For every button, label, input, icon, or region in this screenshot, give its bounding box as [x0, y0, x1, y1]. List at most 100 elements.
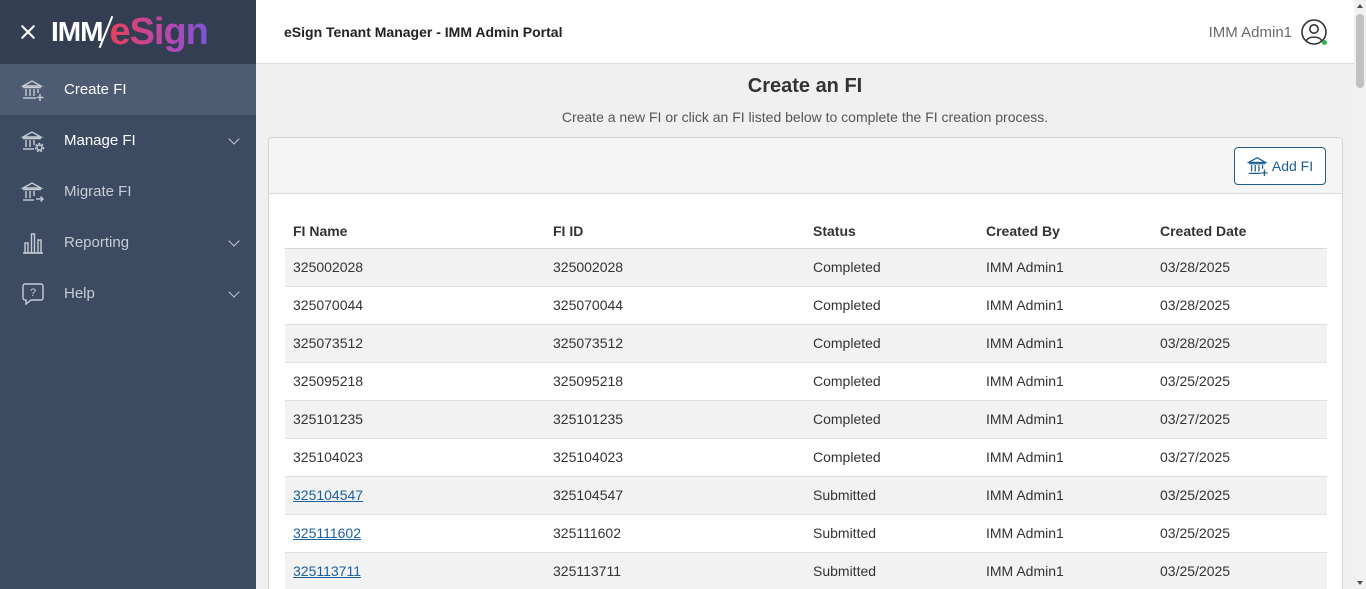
sidebar-item-manage-fi[interactable]: Manage FI	[0, 115, 256, 166]
cell-fi-id: 325104023	[545, 438, 805, 477]
cell-status: Completed	[805, 286, 978, 325]
cell-created-by: IMM Admin1	[978, 286, 1152, 325]
bank-plus-icon	[1246, 157, 1268, 177]
user-menu[interactable]: IMM Admin1	[1209, 18, 1328, 46]
cell-created-by: IMM Admin1	[978, 514, 1152, 553]
cell-status: Submitted	[805, 552, 978, 589]
bank-arrow-icon	[20, 179, 46, 205]
cell-created-date: 03/28/2025	[1152, 286, 1327, 325]
fi-card: Add FI FI Name FI ID Status Created By C…	[268, 137, 1343, 589]
sidebar-item-migrate-fi[interactable]: Migrate FI	[0, 166, 256, 217]
cell-created-date: 03/27/2025	[1152, 438, 1327, 477]
table-body: 325002028 325002028 Completed IMM Admin1 03/…	[285, 248, 1327, 589]
table-row[interactable]: 325104547 325104547 Submitted IMM Admin1 03/…	[285, 476, 1327, 515]
cell-status: Completed	[805, 362, 978, 401]
column-header-fi-name[interactable]: FI Name	[285, 214, 545, 249]
cell-fi-name: 325101235	[285, 400, 545, 439]
logo-imm: IMM	[51, 16, 103, 47]
cell-status: Completed	[805, 324, 978, 363]
cell-created-by: IMM Admin1	[978, 248, 1152, 287]
chevron-down-icon	[228, 133, 240, 145]
column-header-status[interactable]: Status	[805, 214, 978, 249]
column-header-fi-id[interactable]: FI ID	[545, 214, 805, 249]
chevron-down-icon	[228, 235, 240, 247]
scroll-down-arrow-icon[interactable]	[1357, 581, 1363, 585]
add-fi-label: Add FI	[1271, 158, 1314, 174]
cell-fi-name: 325104023	[285, 438, 545, 477]
cell-fi-name: 325104547	[285, 476, 545, 515]
top-bar: eSign Tenant Manager - IMM Admin Portal …	[256, 0, 1354, 64]
cell-fi-id: 325111602	[545, 514, 805, 553]
cell-status: Submitted	[805, 514, 978, 553]
scroll-up-arrow-icon[interactable]	[1357, 4, 1363, 8]
cell-created-by: IMM Admin1	[978, 552, 1152, 589]
cell-created-date: 03/25/2025	[1152, 552, 1327, 589]
add-fi-button[interactable]: Add FI	[1234, 147, 1326, 185]
cell-fi-id: 325101235	[545, 400, 805, 439]
fi-name-link[interactable]: 325111602	[293, 525, 361, 541]
logo: IMM eSign	[51, 0, 209, 64]
cell-status: Submitted	[805, 476, 978, 515]
cell-fi-name: 325070044	[285, 286, 545, 325]
bank-plus-icon	[20, 77, 46, 103]
cell-fi-name: 325111602	[285, 514, 545, 553]
sidebar-item-reporting[interactable]: Reporting	[0, 217, 256, 268]
sidebar-item-label: Help	[64, 285, 95, 302]
cell-created-date: 03/28/2025	[1152, 324, 1327, 363]
cell-fi-id: 325002028	[545, 248, 805, 287]
cell-created-by: IMM Admin1	[978, 438, 1152, 477]
cell-fi-name: 325113711	[285, 552, 545, 589]
cell-created-date: 03/25/2025	[1152, 476, 1327, 515]
online-status-dot	[1322, 40, 1327, 45]
cell-status: Completed	[805, 400, 978, 439]
cell-status: Completed	[805, 248, 978, 287]
sidebar-item-label: Migrate FI	[64, 183, 132, 200]
bar-chart-icon	[20, 230, 46, 256]
cell-fi-id: 325104547	[545, 476, 805, 515]
cell-fi-name: 325095218	[285, 362, 545, 401]
cell-created-by: IMM Admin1	[978, 400, 1152, 439]
sidebar-header: IMM eSign	[0, 0, 256, 64]
fi-name-link[interactable]: 325104547	[293, 487, 363, 503]
card-toolbar: Add FI	[269, 138, 1342, 194]
svg-text:?: ?	[30, 287, 36, 299]
page-subtitle: Create a new FI or click an FI listed be…	[561, 109, 1049, 125]
sidebar-item-help[interactable]: ? Help	[0, 268, 256, 319]
fi-table: FI Name FI ID Status Created By Created …	[285, 214, 1327, 589]
close-icon[interactable]	[18, 22, 38, 42]
cell-created-date: 03/25/2025	[1152, 362, 1327, 401]
table-row[interactable]: 325113711 325113711 Submitted IMM Admin1 03/…	[285, 552, 1327, 589]
sidebar-item-label: Create FI	[64, 81, 127, 98]
cell-created-date: 03/28/2025	[1152, 248, 1327, 287]
table-row[interactable]: 325111602 325111602 Submitted IMM Admin1 03/…	[285, 514, 1327, 553]
sidebar-item-create-fi[interactable]: Create FI	[0, 64, 256, 115]
fi-name-link[interactable]: 325113711	[293, 563, 361, 579]
cell-fi-id: 325073512	[545, 324, 805, 363]
column-header-created-date[interactable]: Created Date	[1152, 214, 1327, 249]
table-row: 325101235 325101235 Completed IMM Admin1 03/…	[285, 400, 1327, 439]
page-title: Create an FI	[747, 75, 863, 97]
cell-status: Completed	[805, 438, 978, 477]
sidebar: IMM eSign Create FI Manage FI Migrate FI…	[0, 0, 256, 589]
chevron-down-icon	[228, 286, 240, 298]
column-header-created-by[interactable]: Created By	[978, 214, 1152, 249]
scroll-thumb[interactable]	[1356, 14, 1364, 88]
table-row: 325070044 325070044 Completed IMM Admin1 03/…	[285, 286, 1327, 325]
cell-created-by: IMM Admin1	[978, 476, 1152, 515]
help-bubble-icon: ?	[20, 281, 46, 307]
page-scrollbar[interactable]	[1354, 0, 1366, 589]
cell-fi-id: 325113711	[545, 552, 805, 589]
cell-created-date: 03/27/2025	[1152, 400, 1327, 439]
cell-created-date: 03/25/2025	[1152, 514, 1327, 553]
cell-fi-id: 325095218	[545, 362, 805, 401]
cell-fi-name: 325002028	[285, 248, 545, 287]
portal-title: eSign Tenant Manager - IMM Admin Portal	[284, 23, 563, 40]
main-content: Create an FI Create a new FI or click an…	[256, 65, 1354, 589]
cell-created-by: IMM Admin1	[978, 362, 1152, 401]
table-row: 325002028 325002028 Completed IMM Admin1 03/…	[285, 248, 1327, 287]
cell-fi-name: 325073512	[285, 324, 545, 363]
table-row: 325095218 325095218 Completed IMM Admin1 03/…	[285, 362, 1327, 401]
cell-fi-id: 325070044	[545, 286, 805, 325]
table-header-row: FI Name FI ID Status Created By Created …	[285, 214, 1327, 249]
user-avatar-icon[interactable]	[1300, 18, 1328, 46]
